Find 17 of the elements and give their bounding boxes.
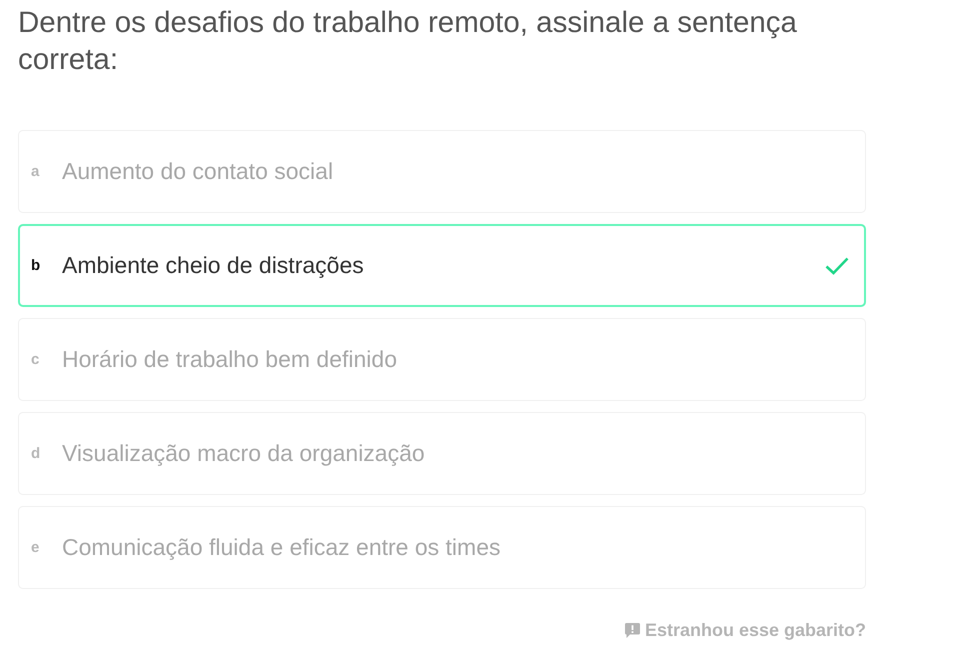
- option-text: Ambiente cheio de distrações: [62, 252, 365, 279]
- option-letter: b: [31, 257, 42, 274]
- answer-option[interactable]: c Horário de trabalho bem definido: [18, 318, 866, 401]
- comment-alert-icon: [624, 623, 640, 638]
- option-text: Aumento do contato social: [62, 158, 334, 185]
- option-letter: c: [31, 351, 40, 368]
- answer-option[interactable]: e Comunicação fluida e eficaz entre os times: [18, 506, 866, 589]
- option-text: Horário de trabalho bem definido: [62, 346, 398, 373]
- option-text: Comunicação fluida e eficaz entre os times: [62, 534, 502, 561]
- answer-option[interactable]: b Ambiente cheio de distrações: [18, 224, 866, 307]
- question-text: Dentre os desafios do trabalho remoto, assinale a sentença correta:: [18, 5, 798, 78]
- option-letter: a: [31, 163, 40, 180]
- option-text: Visualização macro da organização: [62, 440, 426, 467]
- answer-option[interactable]: a Aumento do contato social: [18, 130, 866, 213]
- answer-option[interactable]: d Visualização macro da organização: [18, 412, 866, 495]
- option-letter: d: [31, 445, 42, 462]
- option-letter: e: [31, 539, 40, 556]
